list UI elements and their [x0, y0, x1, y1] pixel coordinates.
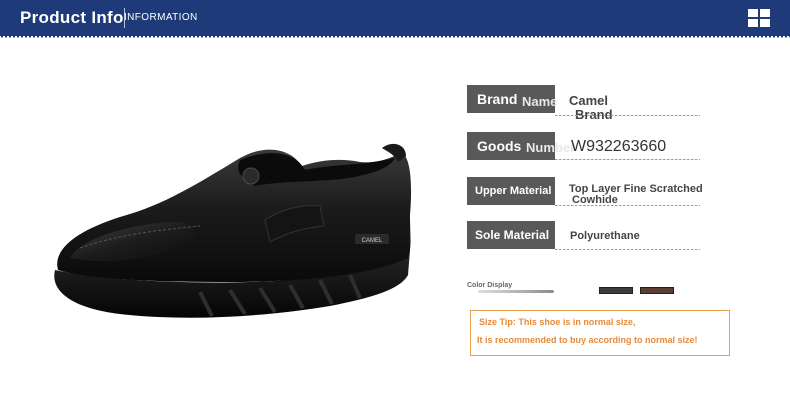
spec-label-text: Brand: [477, 91, 518, 107]
spec-underline: [555, 205, 700, 206]
page-title: Product Info: [20, 8, 124, 27]
spec-underline: [555, 159, 700, 160]
spec-label-text: Goods: [477, 138, 522, 154]
color-display-line: [478, 290, 554, 293]
spec-label-text: Upper Material: [475, 185, 552, 197]
shoe-heel-label: CAMEL: [362, 238, 383, 244]
color-display-label: Color Display: [467, 282, 513, 289]
grid-menu-icon[interactable]: [748, 9, 770, 27]
spec-label-ext: Name: [522, 94, 558, 109]
size-tip-line1: Size Tip: This shoe is in normal size,: [479, 317, 636, 327]
product-shoe-image: CAMEL: [54, 143, 412, 318]
size-tip-line2: It is recommended to buy according to no…: [477, 335, 698, 345]
spec-label-text: Sole Material: [475, 228, 550, 242]
header-bar: Product Info INFORMATION: [0, 0, 790, 36]
spec-underline: [555, 249, 700, 250]
spec-label-ext: Number: [526, 140, 576, 155]
spec-label-sole-material: Sole Material: [467, 221, 555, 249]
spec-value-sole-material: Polyurethane: [570, 230, 640, 242]
spec-value-brand: Camel: [569, 93, 609, 108]
header-dotted-border: [0, 35, 790, 38]
color-swatch-black[interactable]: [599, 287, 633, 294]
spec-label-upper-material: Upper Material: [467, 177, 555, 205]
spec-value-goods-number: W932263660: [571, 138, 667, 155]
color-swatch-brown[interactable]: [640, 287, 674, 294]
spec-underline: [555, 115, 700, 116]
page-subtitle: INFORMATION: [124, 12, 198, 23]
